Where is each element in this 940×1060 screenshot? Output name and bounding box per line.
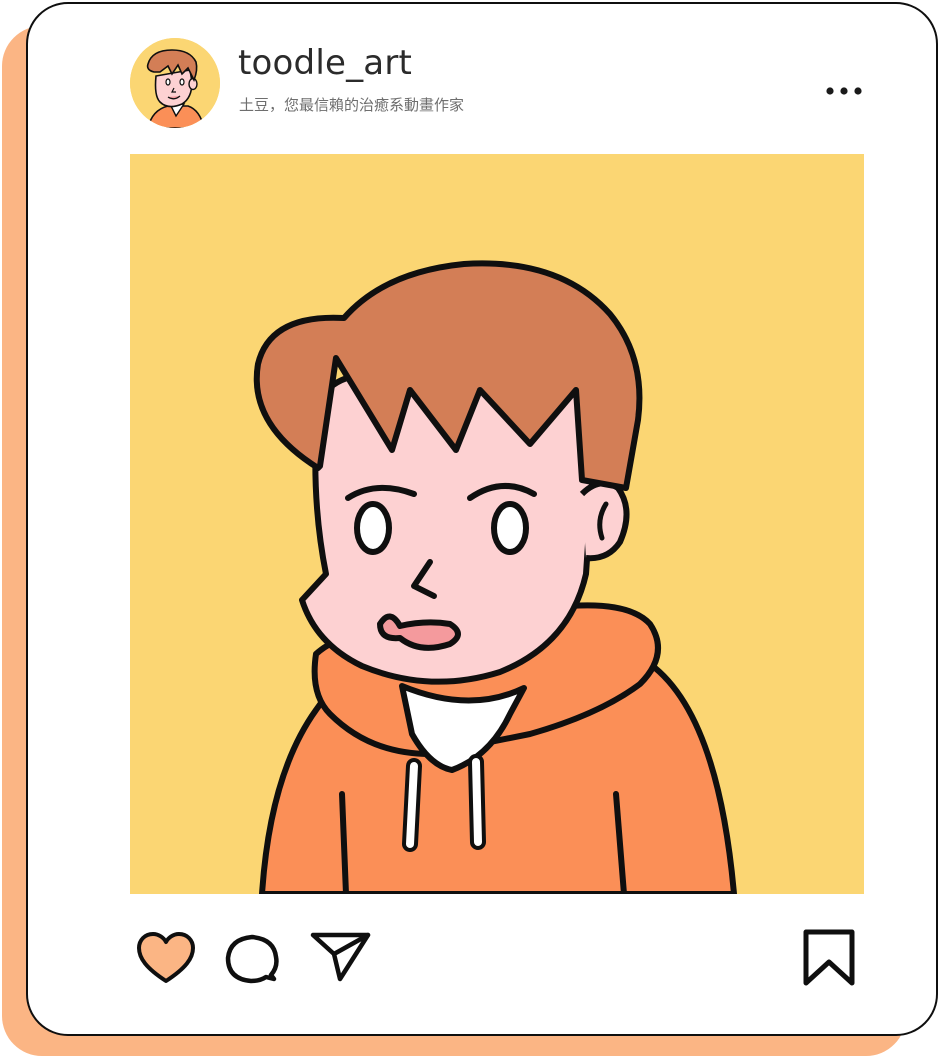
paper-plane-icon[interactable] (310, 930, 372, 982)
more-horizontal-icon[interactable] (824, 80, 864, 102)
heart-icon[interactable] (136, 930, 196, 986)
avatar-illustration (130, 38, 220, 128)
post-image[interactable] (130, 154, 864, 894)
post-illustration (130, 154, 864, 894)
post-card: toodle_art 土豆，您最信賴的治癒系動畫作家 (26, 2, 938, 1036)
profile-avatar[interactable] (130, 38, 220, 128)
profile-bio: 土豆，您最信賴的治癒系動畫作家 (239, 96, 465, 114)
username[interactable]: toodle_art (238, 46, 412, 80)
comment-bubble-icon[interactable] (224, 931, 280, 987)
bookmark-icon[interactable] (801, 928, 857, 988)
